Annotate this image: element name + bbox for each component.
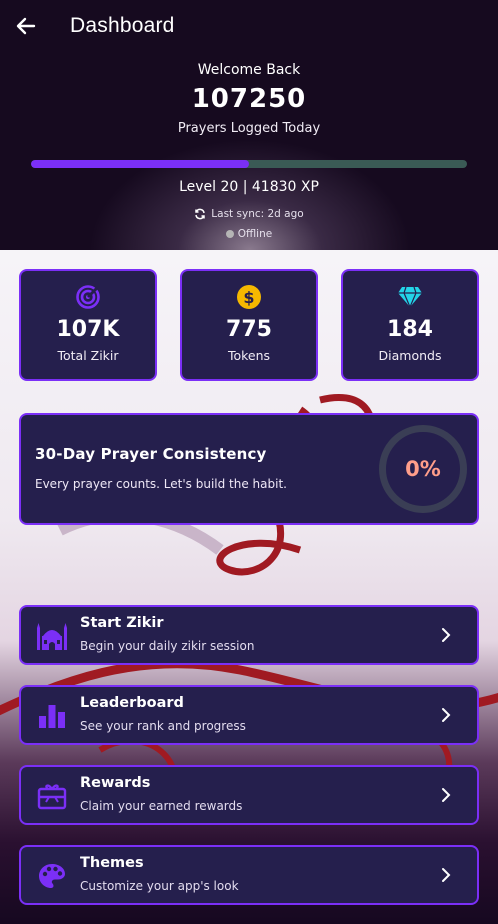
welcome-text: Welcome Back [197,62,301,78]
menu-item-title: Themes [80,855,144,871]
consistency-progress-ring: 0% [379,425,467,513]
menu-item-title: Rewards [80,775,151,791]
sync-status: Last sync: 2d ago [0,208,498,220]
sync-icon [195,208,206,220]
offline-dot-icon [225,230,234,238]
prayers-count: 107250 [191,84,307,114]
back-button[interactable] [0,0,52,52]
stat-value: 107K [56,317,120,342]
stat-value: 775 [226,317,272,342]
diamond-icon [398,286,422,308]
stat-card-tokens[interactable]: $ 775 Tokens [180,269,318,381]
hero-summary: Welcome Back 107250 Prayers Logged Today [0,58,498,136]
chevron-right-icon [442,628,451,642]
consistency-title: 30-Day Prayer Consistency [35,445,267,463]
menu-item-subtitle: See your rank and progress [80,719,246,733]
arrow-left-icon [16,17,36,35]
menu-item-subtitle: Customize your app's look [80,879,239,893]
menu-item-start-zikir[interactable]: Start Zikir Begin your daily zikir sessi… [19,605,479,665]
xp-progress-bar [31,160,467,168]
consistency-subtitle: Every prayer counts. Let's build the hab… [35,477,287,491]
palette-icon [39,864,65,888]
menu-item-leaderboard[interactable]: Leaderboard See your rank and progress [19,685,479,745]
gift-card-icon [37,784,67,810]
menu-item-themes[interactable]: Themes Customize your app's look [19,845,479,905]
menu-item-title: Leaderboard [80,695,184,711]
bar-chart-icon [39,705,65,728]
chevron-right-icon [442,708,451,722]
menu-item-subtitle: Claim your earned rewards [80,799,243,813]
stat-card-diamonds[interactable]: 184 Diamonds [341,269,479,381]
page-title: Dashboard [70,14,175,37]
sync-text: Last sync: 2d ago [211,208,304,220]
menu-item-rewards[interactable]: Rewards Claim your earned rewards [19,765,479,825]
menu-item-title: Start Zikir [80,615,164,631]
stat-value: 184 [387,317,433,342]
top-app-bar: Dashboard [0,0,498,52]
chevron-right-icon [442,788,451,802]
menu-item-subtitle: Begin your daily zikir session [80,639,255,653]
stat-card-total-zikir[interactable]: 107K Total Zikir [19,269,157,381]
mosque-icon [37,623,67,650]
consistency-percent: 0% [405,457,441,481]
target-icon [76,285,100,309]
prayers-count-label: Prayers Logged Today [177,121,321,136]
status-text: Offline [237,228,273,240]
stat-label: Diamonds [378,348,442,363]
svg-text:$: $ [243,288,254,307]
chevron-right-icon [442,868,451,882]
prayer-consistency-card: 30-Day Prayer Consistency Every prayer c… [19,413,479,525]
connection-status: Offline [0,228,498,240]
xp-progress-fill [31,160,249,168]
stat-label: Tokens [227,348,271,363]
level-xp-text: Level 20 | 41830 XP [179,179,319,195]
dollar-coin-icon: $ [237,285,261,309]
stat-label: Total Zikir [57,348,119,363]
